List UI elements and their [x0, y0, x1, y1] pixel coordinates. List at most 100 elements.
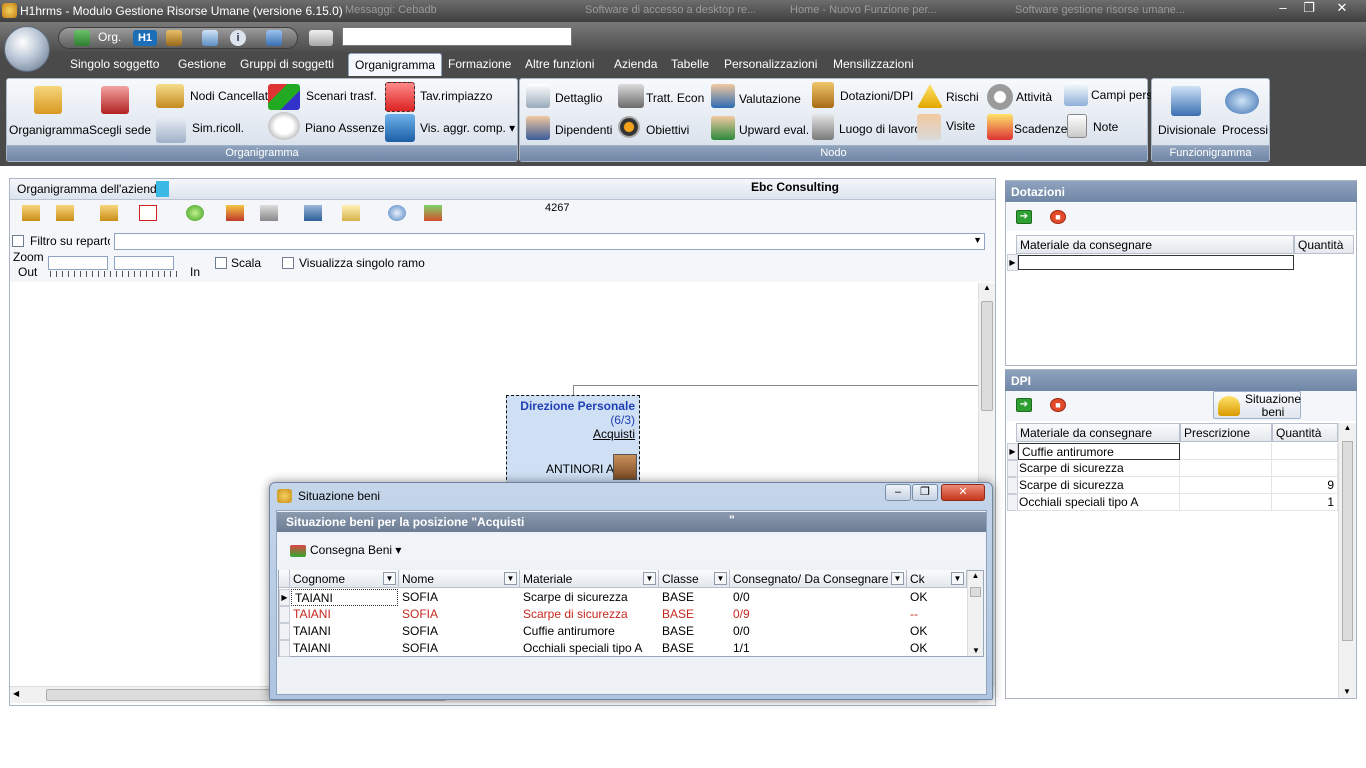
zoom-value-right[interactable]: [114, 256, 174, 270]
upward-eval-icon[interactable]: [711, 116, 735, 140]
tree-red-icon[interactable]: [139, 205, 157, 221]
cell-nome[interactable]: SOFIA: [399, 606, 520, 623]
dialog-grid-scrollbar[interactable]: ▲ ▼: [967, 571, 983, 656]
tree-collapse-icon[interactable]: [100, 205, 118, 221]
cell-materiale[interactable]: Scarpe di sicurezza: [520, 606, 659, 623]
tree-expand-icon[interactable]: [56, 205, 74, 221]
scegli-sede-button[interactable]: Scegli sede: [89, 123, 151, 137]
cell-classe[interactable]: BASE: [659, 606, 730, 623]
cell-cognome[interactable]: TAIANI: [290, 623, 399, 640]
lock-user-icon[interactable]: [309, 30, 333, 46]
nodi-cancellati-button[interactable]: Nodi Cancellati: [190, 89, 271, 103]
h1-logo-icon[interactable]: H1: [133, 30, 157, 46]
org-node[interactable]: Direzione Personale (6/3) Acquisti ANTIN…: [506, 395, 640, 485]
info-icon[interactable]: i: [230, 30, 246, 46]
dotazioni-icon[interactable]: [812, 82, 834, 108]
rischi-button[interactable]: Rischi: [946, 90, 979, 104]
cell-classe[interactable]: BASE: [659, 589, 730, 606]
cell-ck[interactable]: OK: [907, 623, 967, 640]
dialog-minimize-button[interactable]: ‒: [885, 484, 911, 501]
filtro-checkbox[interactable]: [12, 235, 24, 247]
filter-dropdown-icon[interactable]: ▼: [891, 572, 904, 585]
cell-classe[interactable]: BASE: [659, 623, 730, 640]
cell-consegnato[interactable]: 0/0: [730, 623, 907, 640]
tav-rimpiazzo-icon[interactable]: [385, 82, 415, 112]
dpi-row-materiale[interactable]: Scarpe di sicurezza: [1016, 477, 1180, 494]
dpi-row-prescrizione[interactable]: [1180, 477, 1272, 494]
filter-dropdown-icon[interactable]: ▼: [504, 572, 517, 585]
zoom-slider[interactable]: [50, 271, 178, 277]
filter-dropdown-icon[interactable]: ▼: [714, 572, 727, 585]
tratt-econ-button[interactable]: Tratt. Econ: [646, 91, 704, 105]
cell-nome[interactable]: SOFIA: [399, 623, 520, 640]
cut-icon[interactable]: [304, 205, 322, 221]
building-icon[interactable]: [101, 86, 129, 114]
scenari-trasf-button[interactable]: Scenari trasf.: [306, 89, 377, 103]
dpi-row-prescrizione[interactable]: [1180, 460, 1272, 477]
dettaglio-button[interactable]: Dettaglio: [555, 91, 602, 105]
tab-tabelle[interactable]: Tabelle: [671, 57, 709, 71]
scroll-up-icon[interactable]: ▲: [979, 283, 995, 292]
scroll-left-icon[interactable]: ◀: [13, 689, 19, 698]
obiettivi-button[interactable]: Obiettivi: [646, 123, 689, 137]
col-classe[interactable]: Classe ▼: [659, 570, 730, 588]
luogo-di-lavoro-button[interactable]: Luogo di lavoro: [839, 122, 921, 136]
processes-icon[interactable]: [1225, 88, 1259, 114]
dotazioni-col-materiale[interactable]: Materiale da consegnare: [1016, 235, 1294, 254]
scroll-down-icon[interactable]: ▼: [1343, 687, 1351, 696]
tools-icon[interactable]: [424, 205, 442, 221]
dotazioni-dpi-button[interactable]: Dotazioni/DPI: [840, 89, 913, 103]
cell-cognome[interactable]: TAIANI: [290, 640, 399, 657]
attivita-button[interactable]: Attività: [1016, 90, 1052, 104]
scroll-up-icon[interactable]: ▲: [968, 571, 983, 580]
dpi-row-materiale[interactable]: Cuffie antirumore: [1018, 443, 1180, 460]
col-cognome[interactable]: Cognome ▼: [290, 570, 399, 588]
note-icon[interactable]: [1067, 114, 1087, 138]
valutazione-icon[interactable]: [711, 84, 735, 108]
dpi-row-materiale[interactable]: Occhiali speciali tipo A: [1016, 494, 1180, 511]
dialog-maximize-button[interactable]: ❐: [912, 484, 938, 501]
delivery-icon[interactable]: [290, 545, 306, 557]
dotazioni-col-quantita[interactable]: Quantità: [1294, 235, 1354, 254]
cell-nome[interactable]: SOFIA: [399, 589, 520, 606]
dpi-row-quantita[interactable]: 9: [1272, 477, 1338, 494]
dipendenti-button[interactable]: Dipendenti: [555, 123, 612, 137]
chart-icon[interactable]: [202, 30, 218, 46]
col-materiale[interactable]: Materiale ▼: [520, 570, 659, 588]
chevron-down-icon[interactable]: ▼: [973, 235, 982, 245]
cell-consegnato[interactable]: 1/1: [730, 640, 907, 657]
tav-rimpiazzo-button[interactable]: Tav.rimpiazzo: [420, 89, 492, 103]
tab-organigramma[interactable]: Organigramma: [348, 53, 443, 76]
money-icon[interactable]: [618, 84, 644, 108]
zoom-icon[interactable]: [388, 205, 406, 221]
dpi-col-prescrizione[interactable]: Prescrizione: [1180, 423, 1272, 442]
maximize-button[interactable]: ❐: [1296, 0, 1322, 18]
cell-materiale[interactable]: Scarpe di sicurezza: [520, 589, 659, 606]
gears-icon[interactable]: [987, 84, 1013, 110]
cell-consegnato[interactable]: 0/9: [730, 606, 907, 623]
alert-green-icon[interactable]: [186, 205, 204, 221]
grid-sim-icon[interactable]: [156, 115, 186, 143]
cancel-icon[interactable]: ■: [1050, 210, 1066, 224]
cell-materiale[interactable]: Occhiali speciali tipo A: [520, 640, 659, 657]
organigram-panel-title[interactable]: Organigramma dell'aziend: [17, 182, 157, 196]
cell-consegnato[interactable]: 0/0: [730, 589, 907, 606]
nodes-deleted-icon[interactable]: [156, 84, 184, 108]
application-orb-button[interactable]: [4, 26, 50, 72]
filter-dropdown-icon[interactable]: ▼: [383, 572, 396, 585]
col-consegnato[interactable]: Consegnato/ Da Consegnare ▼: [730, 570, 907, 588]
processi-button[interactable]: Processi: [1222, 123, 1268, 137]
dpi-row-quantita[interactable]: [1272, 460, 1338, 477]
workplace-icon[interactable]: [812, 114, 834, 140]
vis-aggr-comp-button[interactable]: Vis. aggr. comp. ▾: [420, 121, 515, 135]
clock-calendar-icon[interactable]: [268, 112, 300, 140]
col-ck[interactable]: Ck ▼: [907, 570, 967, 588]
tab-formazione[interactable]: Formazione: [448, 57, 511, 71]
scroll-up-icon[interactable]: ▲: [1339, 423, 1356, 432]
user-settings-icon[interactable]: [266, 30, 282, 46]
cell-materiale[interactable]: Cuffie antirumore: [520, 623, 659, 640]
cancel-icon[interactable]: ■: [1050, 398, 1066, 412]
dialog-close-button[interactable]: ✕: [941, 484, 985, 501]
detail-icon[interactable]: [526, 84, 550, 108]
filter-dropdown-icon[interactable]: ▼: [643, 572, 656, 585]
